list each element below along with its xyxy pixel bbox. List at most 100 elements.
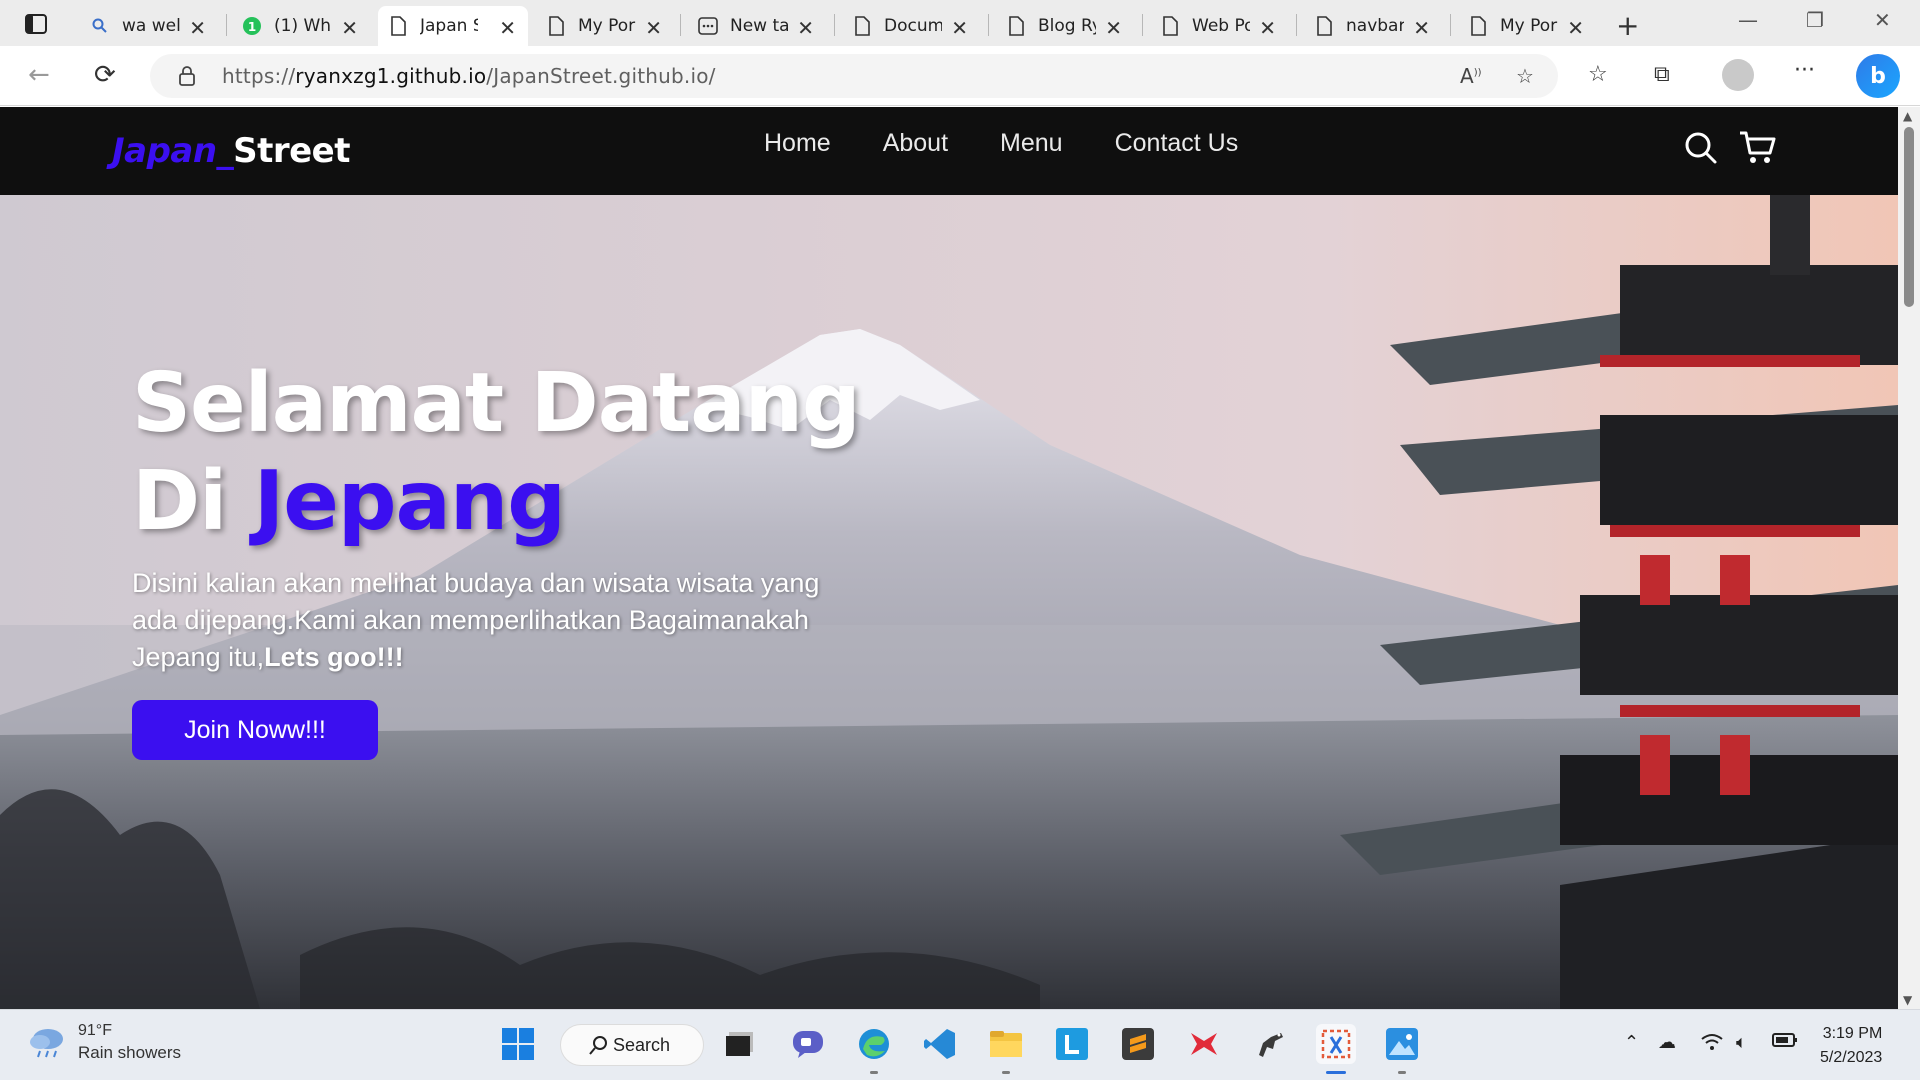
tab-label: My Por	[1500, 16, 1558, 36]
windows-taskbar: 91°F Rain showers Search ⌃ ☁ 🔈︎ 3:19 PM …	[0, 1009, 1920, 1080]
more-menu-icon[interactable]: ···	[1794, 58, 1815, 83]
system-clock[interactable]: 3:19 PM 5/2/2023	[1820, 1022, 1882, 1070]
profile-avatar[interactable]	[1722, 59, 1754, 91]
clock-date: 5/2/2023	[1820, 1049, 1883, 1066]
browser-tab-active[interactable]: Japan S ✕	[378, 6, 528, 46]
minimize-icon[interactable]: —	[1738, 8, 1758, 32]
nav-link-menu[interactable]: Menu	[1000, 129, 1063, 158]
tab-label: Web Po	[1192, 16, 1250, 36]
hero-description: Disini kalian akan melihat budaya dan wi…	[132, 565, 852, 676]
tab-label: (1) Wh	[274, 16, 332, 36]
tab-label: My Por	[578, 16, 636, 36]
dinosaur-app-icon[interactable]	[1250, 1024, 1290, 1064]
browser-tab[interactable]: wa wel ✕	[80, 6, 218, 46]
scroll-down-arrow-icon[interactable]: ▼	[1903, 993, 1912, 1007]
tab-label: wa wel	[122, 16, 180, 36]
browser-tab[interactable]: My Por ✕	[1458, 6, 1596, 46]
favorites-icon[interactable]: ☆	[1588, 62, 1608, 87]
photos-icon[interactable]	[1382, 1024, 1422, 1074]
close-icon[interactable]: ✕	[1567, 16, 1584, 40]
close-icon[interactable]: ✕	[341, 16, 358, 40]
nav-link-home[interactable]: Home	[764, 129, 831, 158]
wifi-icon[interactable]	[1700, 1032, 1724, 1057]
scroll-up-arrow-icon[interactable]: ▲	[1903, 109, 1912, 123]
windows-start-icon[interactable]	[498, 1024, 538, 1064]
weather-widget[interactable]: 91°F Rain showers	[28, 1022, 181, 1063]
lock-icon[interactable]	[178, 65, 196, 91]
refresh-icon[interactable]: ⟳	[94, 60, 116, 90]
taskbar-search[interactable]: Search	[560, 1024, 704, 1066]
url-text[interactable]: https://ryanxzg1.github.io/JapanStreet.g…	[222, 64, 716, 88]
hero-description-bold: Lets goo!!!	[264, 642, 404, 672]
url-host: ryanxzg1.github.io	[295, 64, 487, 88]
chevron-up-icon[interactable]: ⌃	[1624, 1032, 1639, 1053]
read-aloud-icon[interactable]: A))	[1460, 64, 1482, 88]
browser-tab[interactable]: 1 (1) Wh ✕	[232, 6, 370, 46]
onedrive-icon[interactable]: ☁	[1658, 1032, 1676, 1053]
join-now-button[interactable]: Join Noww!!!	[132, 700, 378, 760]
close-icon[interactable]: ✕	[797, 16, 814, 40]
address-toolbar: ← ⟳ https://ryanxzg1.github.io/JapanStre…	[0, 46, 1920, 106]
newtab-icon	[698, 15, 718, 37]
tab-label: Blog Ry	[1038, 16, 1096, 36]
browser-tab[interactable]: Blog Ry ✕	[996, 6, 1134, 46]
page-icon	[388, 15, 408, 37]
page-viewport: Japan_Street Home About Menu Contact Us	[0, 107, 1898, 1009]
new-tab-plus-icon[interactable]: +	[1616, 9, 1639, 42]
browser-tab[interactable]: My Por ✕	[536, 6, 674, 46]
nav-link-about[interactable]: About	[883, 129, 948, 158]
tab-actions-icon[interactable]	[20, 11, 52, 37]
close-icon[interactable]: ✕	[951, 16, 968, 40]
back-arrow-icon[interactable]: ←	[28, 60, 50, 90]
bing-icon[interactable]: b	[1856, 54, 1900, 98]
restore-icon[interactable]: ❐	[1806, 8, 1824, 32]
collections-icon[interactable]: ⧉	[1654, 62, 1670, 87]
cart-icon[interactable]	[1738, 129, 1776, 169]
tab-label: Japan S	[420, 16, 478, 36]
taskbar-search-label: Search	[613, 1034, 671, 1055]
close-icon[interactable]: ✕	[645, 16, 662, 40]
volume-icon[interactable]: 🔈︎	[1736, 1032, 1747, 1053]
page-icon	[1160, 15, 1180, 37]
page-icon	[1314, 15, 1334, 37]
l-app-icon[interactable]	[1052, 1024, 1092, 1064]
site-navbar: Japan_Street Home About Menu Contact Us	[0, 107, 1898, 195]
close-icon[interactable]: ✕	[1413, 16, 1430, 40]
hero-section: Selamat Datang Di Jepang Disini kalian a…	[0, 195, 1898, 1009]
snipping-tool-icon[interactable]	[1316, 1024, 1356, 1074]
close-icon[interactable]: ✕	[1105, 16, 1122, 40]
close-icon[interactable]: ✕	[499, 16, 516, 40]
site-logo[interactable]: Japan_Street	[112, 131, 350, 171]
page-scrollbar[interactable]: ▲ ▼	[1898, 107, 1920, 1009]
clock-time: 3:19 PM	[1822, 1025, 1883, 1042]
task-view-icon[interactable]	[720, 1024, 760, 1064]
xmind-icon[interactable]	[1184, 1024, 1224, 1064]
weather-desc: Rain showers	[78, 1043, 181, 1062]
close-icon[interactable]: ✕	[1259, 16, 1276, 40]
close-icon[interactable]: ✕	[189, 16, 206, 40]
sublime-text-icon[interactable]	[1118, 1024, 1158, 1064]
address-bar[interactable]: https://ryanxzg1.github.io/JapanStreet.g…	[150, 54, 1558, 98]
browser-tab[interactable]: Web Po ✕	[1150, 6, 1288, 46]
browser-tab[interactable]: navbar ✕	[1304, 6, 1442, 46]
browser-tab[interactable]: New ta ✕	[688, 6, 826, 46]
add-favorite-icon[interactable]: ☆	[1516, 64, 1534, 88]
file-explorer-icon[interactable]	[986, 1024, 1026, 1074]
search-icon	[90, 15, 110, 37]
browser-tab[interactable]: Docum ✕	[842, 6, 980, 46]
window-close-icon[interactable]: ✕	[1874, 8, 1891, 32]
search-icon[interactable]	[1684, 131, 1718, 169]
page-icon	[546, 15, 566, 37]
hero-title-accent: Jepang	[253, 454, 566, 549]
tab-label: Docum	[884, 16, 942, 36]
scroll-thumb[interactable]	[1904, 127, 1914, 307]
hero-title-prefix: Di	[132, 454, 254, 549]
battery-icon[interactable]	[1772, 1032, 1798, 1053]
nav-link-contact[interactable]: Contact Us	[1115, 129, 1239, 158]
vscode-icon[interactable]	[920, 1024, 960, 1064]
tab-label: navbar	[1346, 16, 1404, 36]
edge-browser-icon[interactable]	[854, 1024, 894, 1074]
tab-label: New ta	[730, 16, 788, 36]
chat-icon[interactable]	[788, 1024, 828, 1064]
site-nav-links: Home About Menu Contact Us	[764, 129, 1238, 158]
